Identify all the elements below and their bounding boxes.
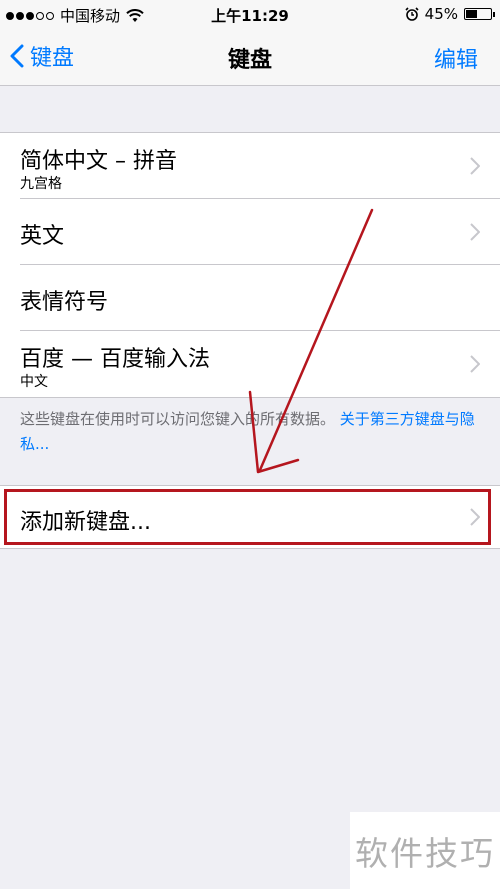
list-item-label: 百度 — 百度输入法 — [20, 347, 210, 372]
chevron-right-icon — [470, 508, 480, 526]
page-title: 键盘 — [227, 48, 272, 73]
list-item-keyboard-emoji[interactable]: 表情符号 — [0, 265, 500, 331]
battery-percent: 45% — [424, 5, 458, 23]
watermark: 软件技巧 — [350, 812, 500, 889]
list-item-sublabel: 九宫格 — [20, 176, 62, 192]
edit-button[interactable]: 编辑 — [434, 42, 478, 74]
list-item-label: 简体中文 – 拼音 — [20, 149, 177, 174]
keyboard-list: 简体中文 – 拼音 九宫格 英文 表情符号 百度 — 百度输入法 中文 — [0, 132, 500, 398]
chevron-right-icon — [470, 157, 480, 175]
alarm-clock-icon — [405, 7, 419, 21]
add-keyboard-group: 添加新键盘... — [0, 485, 500, 549]
status-right: 45% — [405, 5, 495, 23]
list-item-label: 表情符号 — [20, 290, 109, 315]
list-item-keyboard-pinyin[interactable]: 简体中文 – 拼音 九宫格 — [0, 133, 500, 199]
list-item-keyboard-english[interactable]: 英文 — [0, 199, 500, 265]
list-item-label: 英文 — [20, 224, 65, 249]
navigation-bar: 键盘 键盘 编辑 — [0, 28, 500, 86]
add-new-keyboard-button[interactable]: 添加新键盘... — [0, 486, 500, 548]
privacy-footer-note: 这些键盘在使用时可以访问您键入的所有数据。 关于第三方键盘与隐私... — [20, 407, 480, 457]
status-bar: 中国移动 上午11:29 45% — [0, 0, 500, 28]
chevron-right-icon — [470, 223, 480, 241]
list-item-keyboard-baidu[interactable]: 百度 — 百度输入法 中文 — [0, 331, 500, 397]
list-item-sublabel: 中文 — [20, 374, 48, 390]
chevron-right-icon — [470, 355, 480, 373]
footer-note-text: 这些键盘在使用时可以访问您键入的所有数据。 — [20, 410, 336, 428]
battery-icon — [464, 8, 495, 20]
add-new-keyboard-label: 添加新键盘... — [20, 510, 151, 535]
